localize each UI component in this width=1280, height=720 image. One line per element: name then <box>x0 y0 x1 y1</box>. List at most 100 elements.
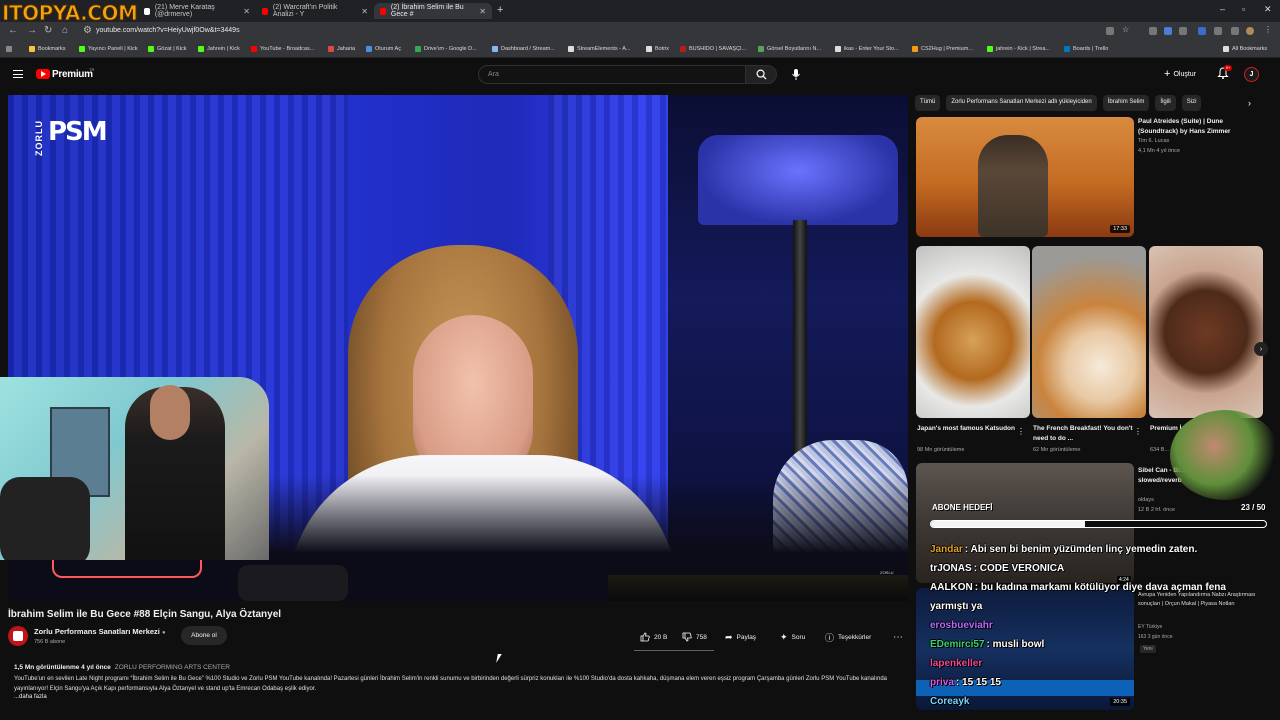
browser-tab-1[interactable]: (21) Merve Karataş (@drmerve) ✕ <box>138 3 256 19</box>
bookmark-item[interactable]: Görsel Boyutlarını N... <box>758 46 821 52</box>
more-icon[interactable]: ⋮ <box>1134 427 1142 436</box>
show-more-link[interactable]: ...daha fazla <box>14 694 47 700</box>
star-icon[interactable]: ☆ <box>1122 25 1130 34</box>
trello-icon <box>1064 46 1070 52</box>
share-icon: ➦ <box>725 631 733 642</box>
account-avatar[interactable]: J <box>1244 67 1259 82</box>
apps-icon[interactable] <box>6 46 15 52</box>
recommended-title[interactable]: Paul Atreides (Suite) | Dune (Soundtrack… <box>1138 117 1258 137</box>
chat-username: Coreayk <box>930 696 970 707</box>
short-thumbnail[interactable] <box>916 246 1030 418</box>
video-duration: 17:33 <box>1110 225 1130 233</box>
downloads-icon[interactable] <box>1231 27 1239 35</box>
kick-icon <box>79 46 85 52</box>
subscribe-button[interactable]: Abone ol <box>181 626 227 645</box>
bookmark-item[interactable]: Bookmarks <box>29 46 66 52</box>
like-button[interactable]: 20 B <box>640 628 667 646</box>
share-button[interactable]: ➦ Paylaş <box>725 628 756 646</box>
voice-search-button[interactable] <box>789 67 803 81</box>
chat-message: Jandar: Abi sen bi benim yüzümden linç y… <box>930 540 1270 559</box>
close-icon[interactable]: ✕ <box>237 7 250 16</box>
close-icon[interactable]: ✕ <box>473 7 486 16</box>
profile-avatar[interactable] <box>1246 27 1254 35</box>
close-icon[interactable]: ✕ <box>355 7 368 16</box>
chip-ibrahim-selim[interactable]: İbrahim Selim <box>1102 95 1150 111</box>
bookmark-item[interactable]: StreamElements - A... <box>568 46 631 52</box>
menu-icon[interactable]: ⋮ <box>1264 25 1272 34</box>
channel-avatar[interactable] <box>8 626 28 646</box>
minimize-button[interactable]: – <box>1220 4 1225 14</box>
chip-for-you[interactable]: Sizi <box>1181 95 1202 111</box>
youtube-logo[interactable]: Premium <box>52 69 93 80</box>
recommended-thumbnail[interactable]: 17:33 <box>916 117 1134 237</box>
cast-icon[interactable] <box>1106 27 1114 35</box>
bookmark-item[interactable]: Gözat | Kick <box>148 46 187 52</box>
extension-icon[interactable] <box>1179 27 1187 35</box>
bookmark-item[interactable]: Boards | Trello <box>1064 46 1108 52</box>
search-button[interactable] <box>745 65 777 84</box>
short-title[interactable]: The French Breakfast! You don't need to … <box>1033 424 1133 444</box>
url-field[interactable]: youtube.com/watch?v=HeiyUwjf0Ow&t=3449s <box>96 27 240 34</box>
puzzle-icon[interactable] <box>1214 27 1222 35</box>
brand-zorlu: ZORLU <box>34 120 44 156</box>
country-code: TR <box>89 67 95 72</box>
verified-icon: ● <box>161 630 166 636</box>
recommended-channel[interactable]: Tim 6. Lucas <box>1138 138 1169 144</box>
chat-message: erosbueviahr <box>930 616 1270 635</box>
more-actions-button[interactable]: ⋯ <box>893 628 903 646</box>
tab-label: (2) İbrahim Selim ile Bu Gece # <box>390 4 464 18</box>
new-tab-button[interactable]: + <box>497 4 503 16</box>
chat-message: AALKON: bu kadına markamı kötülüyor diye… <box>930 578 1270 597</box>
bookmark-item[interactable]: Drive'ım - Google D... <box>415 46 477 52</box>
more-icon[interactable]: ⋮ <box>1017 427 1025 436</box>
window-close-button[interactable]: ✕ <box>1264 4 1272 15</box>
chevron-right-icon[interactable]: › <box>1248 98 1251 108</box>
venue-tag[interactable]: ZORLU PERFORMING ARTS CENTER <box>115 664 230 671</box>
streamer-emote <box>1170 410 1280 500</box>
dislike-button[interactable]: 758 <box>682 628 707 646</box>
bookmark-item[interactable]: YouTube - Broadcas... <box>251 46 314 52</box>
browser-tab-3[interactable]: (2) İbrahim Selim ile Bu Gece # ✕ <box>374 3 492 19</box>
menu-icon[interactable] <box>13 70 23 78</box>
bookmark-item[interactable]: Yayıncı Paneli | Kick <box>79 46 138 52</box>
kick-icon <box>148 46 154 52</box>
chip-all[interactable]: Tümü <box>915 95 941 111</box>
mouse-cursor <box>496 654 502 663</box>
site-icon <box>680 46 686 52</box>
chevron-right-icon[interactable]: › <box>1254 342 1268 356</box>
bookmark-item[interactable]: ikas - Enter Your Sto... <box>835 46 899 52</box>
bookmark-item[interactable]: Jaharia <box>328 46 355 52</box>
recommended-channel[interactable]: oldays <box>1138 497 1154 503</box>
tab-label: (21) Merve Karataş (@drmerve) <box>154 4 215 18</box>
create-button[interactable]: + Oluştur <box>1164 68 1196 80</box>
extension-icon[interactable] <box>1198 27 1206 35</box>
folder-icon <box>1223 46 1229 52</box>
short-thumbnail[interactable] <box>1149 246 1263 418</box>
chip-related[interactable]: İlgili <box>1155 95 1176 111</box>
youtube-logo-icon[interactable] <box>36 69 50 79</box>
gaming-chair <box>0 477 90 560</box>
extension-icon[interactable] <box>1164 27 1172 35</box>
bookmark-item[interactable]: jahrein - Kick | Strea... <box>987 46 1050 52</box>
video-meta: 1,5 Mn görüntülenme 4 yıl önce ZORLU PERF… <box>14 664 230 671</box>
bookmark-item[interactable]: Oturum Aç <box>366 46 401 52</box>
subscriber-count: 756 B abone <box>34 639 66 645</box>
browser-tab-2[interactable]: (2) Warcraft'ın Politik Analizi - Y ✕ <box>256 3 374 19</box>
thumbnail-figure <box>978 135 1048 237</box>
extension-icon[interactable] <box>1149 27 1157 35</box>
bookmark-item[interactable]: Jahrein | Kick <box>198 46 240 52</box>
channel-name[interactable]: Zorlu Performans Sanatları Merkezi ● <box>34 627 166 636</box>
recommended-meta: 4,1 Mn 4 yıl önce <box>1138 148 1180 154</box>
maximize-button[interactable]: ▫ <box>1242 4 1245 14</box>
short-thumbnail[interactable] <box>1032 246 1146 418</box>
search-input[interactable]: Ara <box>478 65 746 84</box>
all-bookmarks[interactable]: All Bookmarks <box>1223 46 1267 52</box>
bookmark-item[interactable]: BUSHIDO | SAVAŞÇI... <box>680 46 746 52</box>
bookmark-item[interactable]: CS2Hug | Premium... <box>912 46 973 52</box>
ask-button[interactable]: ✦ Soru <box>780 628 805 646</box>
chip-uploader[interactable]: Zorlu Performans Sanatları Merkezi adlı … <box>946 95 1097 111</box>
thanks-button[interactable]: ⓘ Teşekkürler <box>825 628 871 646</box>
short-title[interactable]: Japan's most famous Katsudon <box>917 424 1017 434</box>
bookmark-item[interactable]: Botrix <box>646 46 669 52</box>
bookmark-item[interactable]: Dashboard / Stream... <box>492 46 555 52</box>
